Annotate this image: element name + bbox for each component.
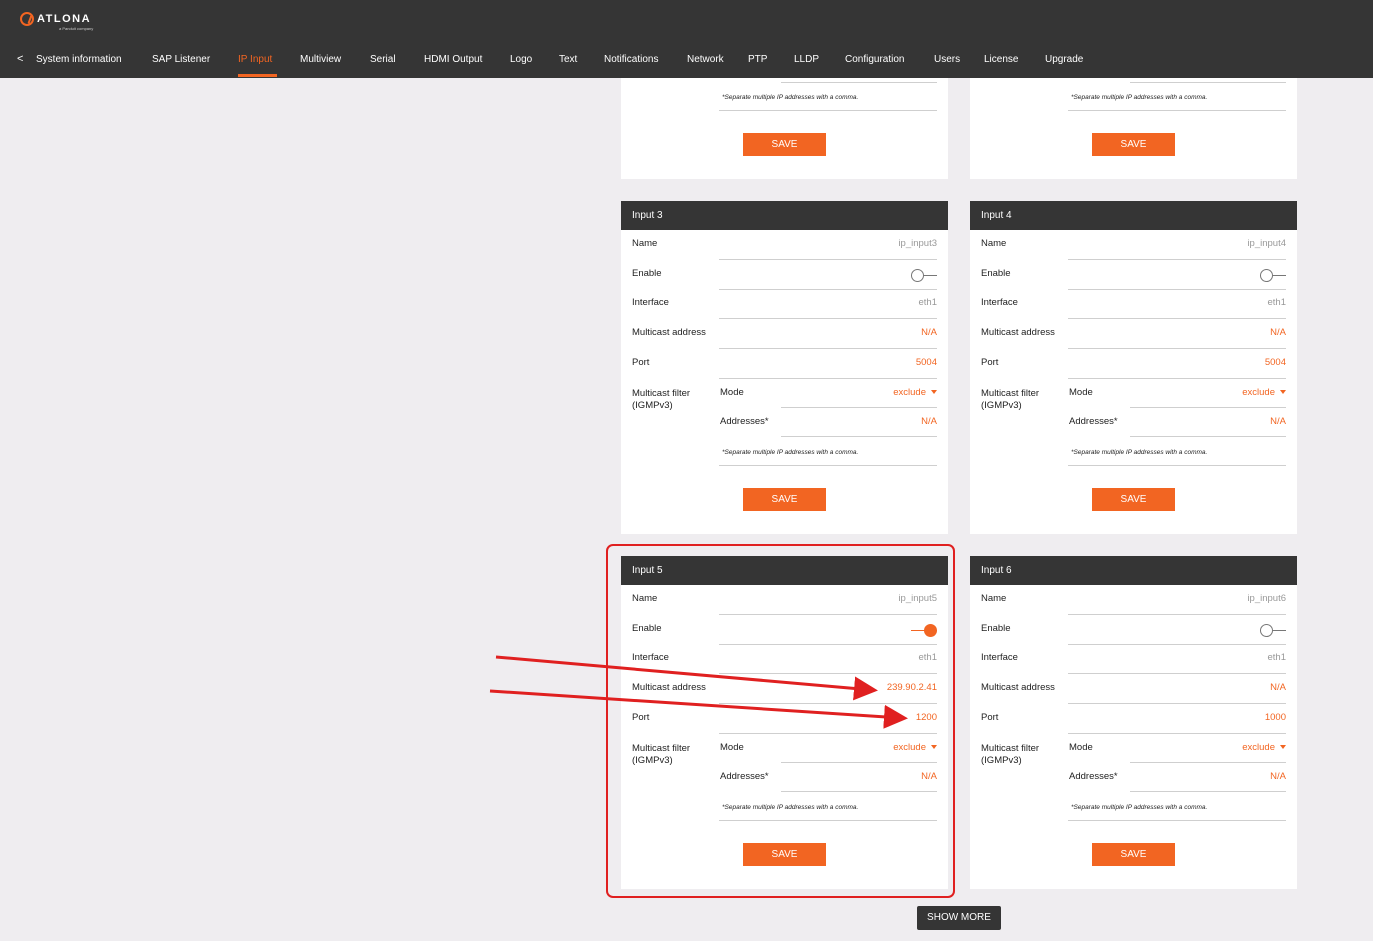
enable-toggle[interactable] bbox=[1260, 624, 1286, 637]
input-3-card: Input 3 Name ip_input3 Enable Interface et… bbox=[621, 201, 948, 534]
nav-active-indicator bbox=[238, 74, 277, 77]
interface-row[interactable]: Interface eth1 bbox=[621, 289, 948, 319]
addresses-row[interactable]: Addresses* N/A bbox=[1069, 763, 1286, 792]
nav-system-information[interactable]: System information bbox=[36, 54, 122, 65]
addresses-note: *Separate multiple IP addresses with a c… bbox=[1068, 441, 1286, 466]
card-title: Input 4 bbox=[970, 201, 1297, 230]
nav-multiview[interactable]: Multiview bbox=[300, 54, 341, 65]
enable-row: Enable bbox=[970, 260, 1297, 290]
input-6-card: Input 6 Name ip_input6 Enable Interface et… bbox=[970, 556, 1297, 889]
enable-row: Enable bbox=[970, 615, 1297, 645]
addresses-note: *Separate multiple IP addresses with a c… bbox=[1068, 86, 1286, 111]
name-row[interactable]: Name ip_input3 bbox=[621, 230, 948, 260]
mode-row[interactable]: Mode exclude bbox=[1069, 379, 1286, 408]
input-6-save-button[interactable]: SAVE bbox=[1092, 843, 1175, 866]
mode-select[interactable]: exclude bbox=[1242, 387, 1286, 398]
addresses-note: *Separate multiple IP addresses with a c… bbox=[1068, 796, 1286, 821]
nav-back-icon[interactable]: < bbox=[17, 53, 23, 65]
input-1-save-button[interactable]: SAVE bbox=[743, 133, 826, 156]
input-4-save-button[interactable]: SAVE bbox=[1092, 488, 1175, 511]
mode-select[interactable]: exclude bbox=[1242, 742, 1286, 753]
chevron-down-icon bbox=[1280, 390, 1286, 395]
annotation-highlight-box bbox=[606, 544, 955, 898]
port-row[interactable]: Port 1000 bbox=[970, 704, 1297, 734]
show-more-button[interactable]: SHOW MORE bbox=[917, 906, 1001, 930]
nav-sap-listener[interactable]: SAP Listener bbox=[152, 54, 210, 65]
interface-row[interactable]: Interface eth1 bbox=[970, 289, 1297, 319]
input-4-card: Input 4 Name ip_input4 Enable Interface et… bbox=[970, 201, 1297, 534]
atlona-logo[interactable]: ATLONA a Panduit company bbox=[20, 12, 93, 31]
input-1-card: *Separate multiple IP addresses with a c… bbox=[621, 78, 948, 179]
enable-toggle[interactable] bbox=[1260, 269, 1286, 282]
name-value[interactable]: ip_input3 bbox=[898, 238, 937, 249]
nav-logo[interactable]: Logo bbox=[510, 54, 532, 65]
multicast-address-row[interactable]: Multicast address N/A bbox=[621, 319, 948, 349]
addresses-row bbox=[970, 53, 1297, 83]
multicast-address-row[interactable]: Multicast address N/A bbox=[970, 319, 1297, 349]
addresses-row[interactable]: Addresses* N/A bbox=[1069, 408, 1286, 437]
multicast-filter-label: Multicast filter (IGMPv3) bbox=[981, 388, 1040, 411]
enable-row: Enable bbox=[621, 260, 948, 290]
addresses-note: *Separate multiple IP addresses with a c… bbox=[719, 86, 937, 111]
port-row[interactable]: Port 5004 bbox=[970, 349, 1297, 379]
nav-ip-input[interactable]: IP Input bbox=[238, 54, 272, 65]
atlona-logo-icon bbox=[20, 12, 34, 26]
chevron-down-icon bbox=[931, 390, 937, 395]
mode-row[interactable]: Mode exclude bbox=[720, 379, 937, 408]
interface-row[interactable]: Interface eth1 bbox=[970, 644, 1297, 674]
addresses-row bbox=[621, 53, 948, 83]
nav-serial[interactable]: Serial bbox=[370, 54, 396, 65]
name-value[interactable]: ip_input6 bbox=[1247, 593, 1286, 604]
multicast-filter-label: Multicast filter (IGMPv3) bbox=[632, 388, 691, 411]
logo-text: ATLONA bbox=[37, 13, 92, 25]
port-row[interactable]: Port 5004 bbox=[621, 349, 948, 379]
input-2-card: *Separate multiple IP addresses with a c… bbox=[970, 78, 1297, 179]
mode-select[interactable]: exclude bbox=[893, 387, 937, 398]
addresses-note: *Separate multiple IP addresses with a c… bbox=[719, 441, 937, 466]
enable-toggle[interactable] bbox=[911, 269, 937, 282]
name-row[interactable]: Name ip_input4 bbox=[970, 230, 1297, 260]
card-title: Input 6 bbox=[970, 556, 1297, 585]
input-3-save-button[interactable]: SAVE bbox=[743, 488, 826, 511]
nav-hdmi-output[interactable]: HDMI Output bbox=[424, 54, 482, 65]
input-2-save-button[interactable]: SAVE bbox=[1092, 133, 1175, 156]
multicast-address-row[interactable]: Multicast address N/A bbox=[970, 674, 1297, 704]
multicast-filter-label: Multicast filter (IGMPv3) bbox=[981, 743, 1040, 766]
card-title: Input 3 bbox=[621, 201, 948, 230]
addresses-row[interactable]: Addresses* N/A bbox=[720, 408, 937, 437]
mode-row[interactable]: Mode exclude bbox=[1069, 734, 1286, 763]
name-value[interactable]: ip_input4 bbox=[1247, 238, 1286, 249]
logo-subtitle: a Panduit company bbox=[59, 26, 94, 31]
name-row[interactable]: Name ip_input6 bbox=[970, 585, 1297, 615]
chevron-down-icon bbox=[1280, 745, 1286, 750]
nav-text[interactable]: Text bbox=[559, 54, 577, 65]
